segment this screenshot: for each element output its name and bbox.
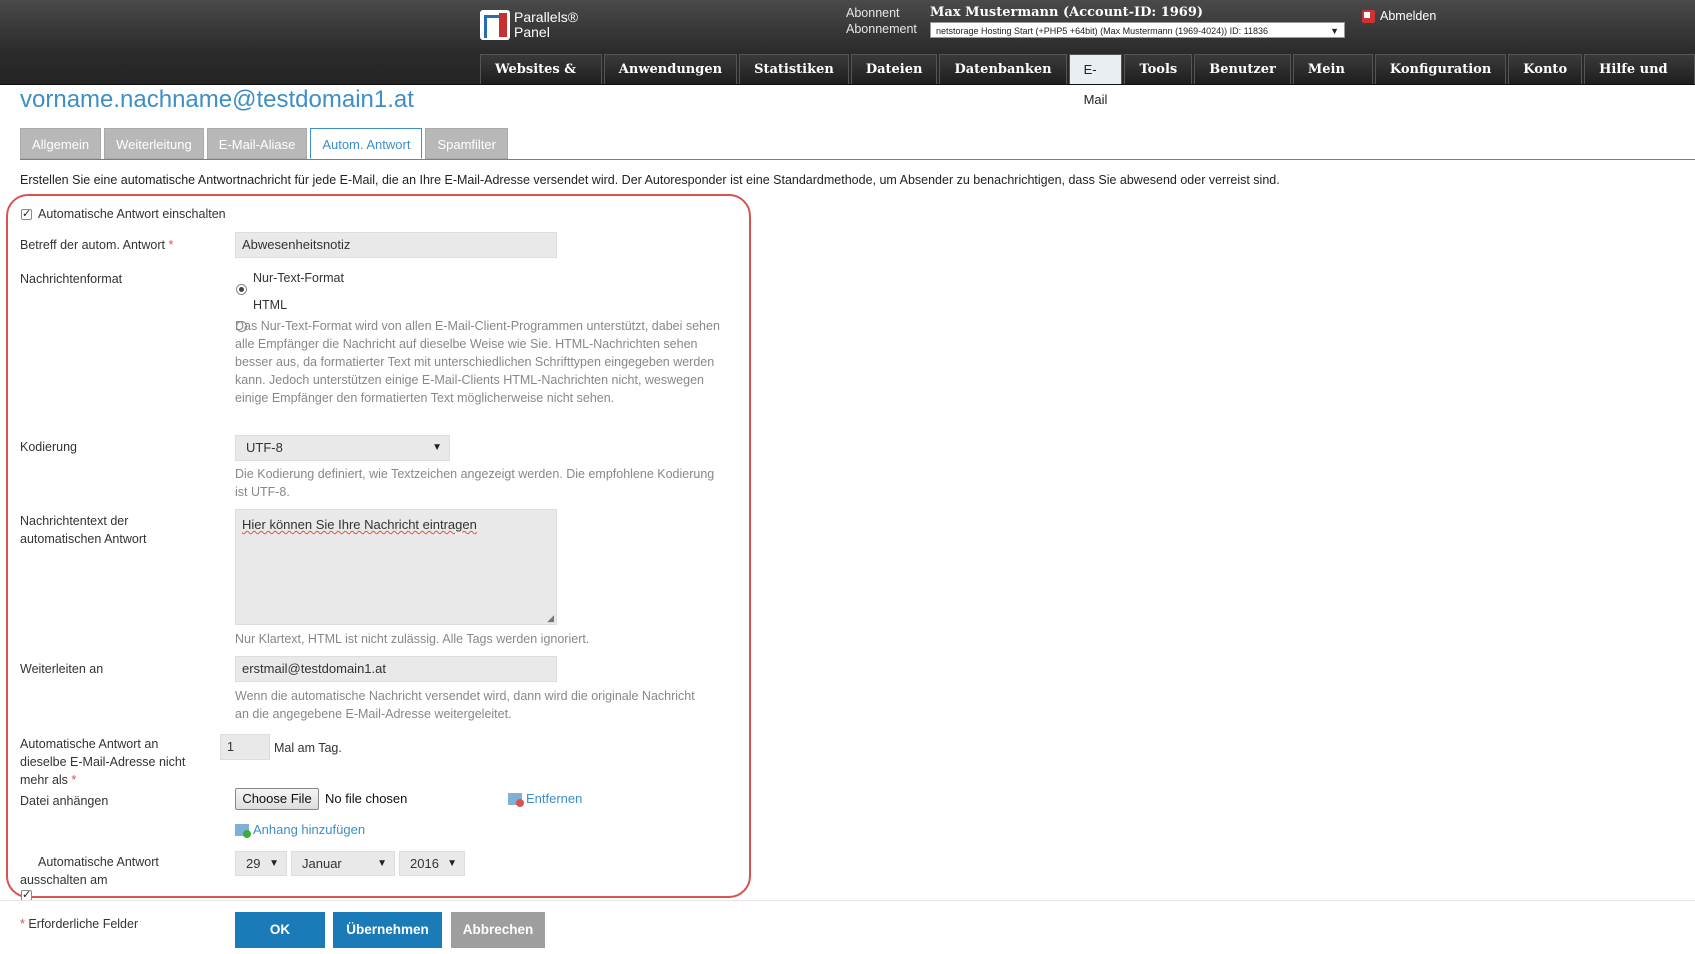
nav-tab-konfiguration[interactable]: Konfiguration	[1374, 54, 1507, 84]
required-star: *	[71, 773, 77, 787]
tab-email-aliase[interactable]: E-Mail-Aliase	[206, 128, 308, 159]
message-text: Hier können Sie Ihre Nachricht eintragen	[242, 517, 477, 532]
format-text-label: Nur-Text-Format	[253, 271, 344, 285]
tab-allgemein[interactable]: Allgemein	[20, 128, 102, 159]
subscription-select[interactable]: netstorage Hosting Start (+PHP5 +64bit) …	[930, 22, 1345, 38]
encoding-label: Kodierung	[20, 440, 77, 454]
format-html-label: HTML	[253, 298, 288, 312]
cancel-button[interactable]: Abbrechen	[451, 912, 545, 948]
message-textarea[interactable]: Hier können Sie Ihre Nachricht eintragen…	[235, 509, 557, 625]
message-label: Nachrichtentext der automatischen Antwor…	[20, 514, 147, 546]
nav-tab-datenbanken[interactable]: Datenbanken	[939, 54, 1067, 84]
remove-attachment-icon	[508, 792, 524, 807]
forward-hint: Wenn die automatische Nachricht versende…	[235, 689, 695, 721]
tab-autom-antwort[interactable]: Autom. Antwort	[310, 128, 423, 159]
chevron-down-icon: ▼	[1330, 26, 1339, 36]
tab-divider	[20, 159, 1695, 160]
encoding-value: UTF-8	[246, 440, 283, 455]
nav-tab-websites-domains[interactable]: Websites & Domains	[480, 54, 602, 107]
tab-weiterleitung[interactable]: Weiterleitung	[104, 128, 204, 159]
chevron-down-icon: ▼	[377, 858, 387, 869]
add-attachment-icon	[235, 823, 251, 838]
chevron-down-icon: ▼	[432, 442, 442, 453]
chevron-down-icon: ▼	[447, 858, 457, 869]
required-note: * Erforderliche Felder	[20, 917, 139, 931]
footer-divider	[0, 900, 1695, 901]
format-text-radio[interactable]	[236, 284, 247, 295]
enable-autoreply-checkbox[interactable]	[21, 207, 32, 220]
logout-icon	[1362, 9, 1375, 23]
top-header: Parallels® Panel Abonnent Max Mustermann…	[0, 0, 1695, 107]
page-title: vorname.nachname@testdomain1.at	[20, 86, 414, 113]
required-star: *	[168, 238, 174, 252]
ok-button[interactable]: OK	[235, 912, 325, 948]
subject-input[interactable]: Abwesenheitsnotiz	[235, 232, 557, 258]
year-select[interactable]: 2016 ▼	[399, 851, 465, 876]
nav-tab-konto[interactable]: Konto	[1508, 54, 1583, 84]
logo-line1: Parallels®	[514, 9, 579, 25]
nav-tab-email[interactable]: E-Mail	[1068, 54, 1123, 107]
year-value: 2016	[410, 856, 439, 871]
month-value: Januar	[302, 856, 342, 871]
limit-suffix: Mal am Tag.	[274, 741, 342, 755]
format-label: Nachrichtenformat	[20, 272, 123, 286]
add-attachment-label: Anhang hinzufügen	[253, 822, 366, 837]
remove-label: Entfernen	[526, 791, 583, 806]
add-attachment-link[interactable]: Anhang hinzufügen	[235, 822, 366, 838]
attach-label: Datei anhängen	[20, 794, 109, 808]
subscription-label: Abonnement	[846, 22, 917, 36]
day-value: 29	[246, 856, 261, 871]
sub-tabs: Allgemein Weiterleitung E-Mail-Aliase Au…	[20, 128, 508, 159]
encoding-hint: Die Kodierung definiert, wie Textzeichen…	[235, 467, 715, 499]
logo-line2: Panel	[514, 24, 550, 40]
format-hint: Das Nur-Text-Format wird von allen E-Mai…	[235, 319, 720, 405]
choose-file-button[interactable]: Choose File	[235, 788, 319, 810]
remove-link[interactable]: Entfernen	[508, 791, 583, 807]
main-nav: Websites & Domains Anwendungen Statistik…	[480, 54, 1695, 107]
nav-tab-anwendungen[interactable]: Anwendungen	[603, 54, 738, 84]
parallels-logo[interactable]: Parallels® Panel	[480, 10, 578, 40]
nav-tab-dateien[interactable]: Dateien	[850, 54, 938, 84]
resize-handle-icon[interactable]: ◢	[547, 613, 554, 624]
day-select[interactable]: 29 ▼	[235, 851, 287, 876]
subject-label: Betreff der autom. Antwort *	[20, 238, 174, 252]
subscriber-label: Abonnent	[846, 6, 900, 20]
enable-autoreply-label: Automatische Antwort einschalten	[38, 207, 226, 221]
chevron-down-icon: ▼	[269, 858, 279, 869]
nav-tab-hilfe-support[interactable]: Hilfe und Support	[1584, 54, 1695, 107]
disable-on-date-label: Automatische Antwort ausschalten am	[20, 855, 159, 887]
nav-tab-benutzer[interactable]: Benutzer	[1194, 54, 1291, 84]
forward-input[interactable]: erstmail@testdomain1.at	[235, 656, 557, 682]
nav-tab-tools[interactable]: Tools	[1124, 54, 1193, 84]
nav-tab-statistiken[interactable]: Statistiken	[739, 54, 849, 84]
limit-input[interactable]: 1	[220, 734, 270, 760]
no-file-text: No file chosen	[325, 791, 408, 806]
tab-spamfilter[interactable]: Spamfilter	[425, 128, 508, 159]
nav-tab-mein-profil[interactable]: Mein Profil	[1292, 54, 1373, 107]
apply-button[interactable]: Übernehmen	[333, 912, 442, 948]
intro-text: Erstellen Sie eine automatische Antwortn…	[20, 173, 1280, 187]
parallels-logo-icon	[480, 10, 510, 40]
subscription-select-value: netstorage Hosting Start (+PHP5 +64bit) …	[936, 26, 1268, 36]
forward-label: Weiterleiten an	[20, 662, 104, 676]
encoding-select[interactable]: UTF-8 ▼	[235, 435, 450, 461]
logout-label: Abmelden	[1380, 9, 1437, 23]
message-hint: Nur Klartext, HTML ist nicht zulässig. A…	[235, 632, 590, 646]
logout-link[interactable]: Abmelden	[1362, 9, 1436, 23]
required-star: *	[20, 917, 25, 931]
month-select[interactable]: Januar ▼	[291, 851, 395, 876]
subscriber-value: Max Mustermann (Account-ID: 1969)	[930, 5, 1204, 20]
limit-label: Automatische Antwort an dieselbe E-Mail-…	[20, 737, 186, 787]
